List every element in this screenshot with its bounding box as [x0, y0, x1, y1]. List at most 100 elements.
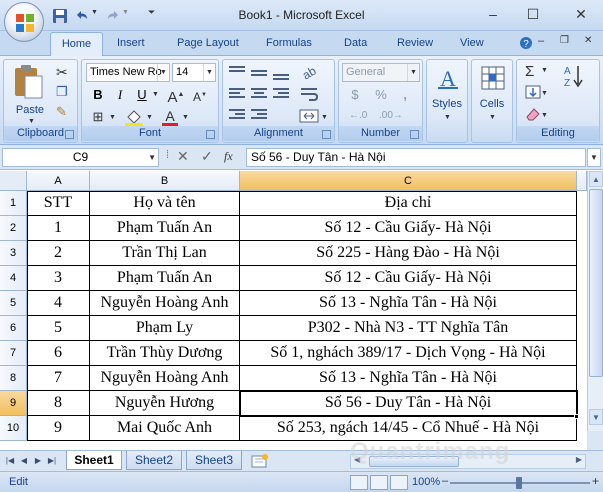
sheet-tab-3[interactable]: Sheet3 — [186, 451, 242, 470]
cell-c1[interactable]: Địa chỉ — [240, 191, 577, 216]
row-header[interactable]: 9 — [0, 391, 27, 416]
bold-button[interactable]: B — [88, 85, 108, 105]
tab-insert[interactable]: Insert — [117, 37, 145, 49]
row-header[interactable]: 4 — [0, 266, 27, 291]
autosum-icon[interactable]: Σ — [525, 63, 534, 80]
cell-c5[interactable]: Số 13 - Nghĩa Tân - Hà Nội — [240, 291, 577, 316]
copy-icon[interactable]: ❐ — [56, 84, 68, 100]
styles-dropdown-icon[interactable]: ▼ — [444, 114, 451, 121]
percent-button[interactable]: % — [371, 85, 391, 105]
worksheet-grid[interactable]: A B C 1 STT Họ và tên Địa chỉ 2 1 Phạm Tuấn An… — [0, 171, 587, 443]
cells-dropdown-icon[interactable]: ▼ — [489, 114, 496, 121]
vertical-scrollbar[interactable]: ▲ ▼ — [587, 171, 603, 443]
row-header[interactable]: 2 — [0, 216, 27, 241]
currency-button[interactable]: $ — [345, 85, 365, 105]
prev-sheet-icon[interactable]: ◀ — [18, 455, 30, 467]
cells-button[interactable]: Cells — [472, 98, 512, 110]
cell-a3[interactable]: 2 — [27, 241, 90, 266]
styles-icon[interactable]: A — [434, 64, 462, 92]
column-header-d[interactable] — [577, 171, 587, 191]
column-header-a[interactable]: A — [27, 171, 90, 191]
row-header[interactable]: 1 — [0, 191, 27, 216]
row-header[interactable]: 8 — [0, 366, 27, 391]
clipboard-launcher-icon[interactable] — [65, 130, 74, 139]
cell-a5[interactable]: 4 — [27, 291, 90, 316]
scroll-down-icon[interactable]: ▼ — [589, 409, 603, 425]
sheet-tab-1[interactable]: Sheet1 — [66, 451, 122, 470]
zoom-out-icon[interactable]: – — [442, 475, 448, 487]
comma-button[interactable]: , — [395, 85, 415, 105]
help-icon[interactable]: ? — [519, 36, 533, 50]
last-sheet-icon[interactable]: ▶| — [46, 455, 58, 467]
fill-icon[interactable] — [524, 84, 542, 100]
font-name-combo[interactable]: Times New Ro ▼ — [86, 63, 170, 82]
cell-a4[interactable]: 3 — [27, 266, 90, 291]
column-header-c[interactable]: C — [240, 171, 577, 191]
name-box-dropdown-icon[interactable]: ▼ — [148, 149, 156, 166]
office-button[interactable] — [4, 2, 44, 42]
cells-icon[interactable] — [480, 65, 506, 91]
row-header[interactable]: 6 — [0, 316, 27, 341]
ribbon-restore-icon[interactable]: ❐ — [560, 35, 569, 46]
italic-button[interactable]: I — [110, 85, 130, 105]
cell-a2[interactable]: 1 — [27, 216, 90, 241]
enter-entry-icon[interactable]: ✓ — [201, 148, 213, 165]
formula-input[interactable]: Số 56 - Duy Tân - Hà Nội — [246, 148, 586, 167]
orientation-icon[interactable]: ab — [299, 63, 319, 81]
cell-b10[interactable]: Mai Quốc Anh — [90, 416, 240, 441]
cell-a8[interactable]: 7 — [27, 366, 90, 391]
horizontal-align-icons[interactable] — [227, 86, 293, 102]
underline-button[interactable]: U — [132, 85, 152, 105]
scroll-up-icon[interactable]: ▲ — [589, 171, 603, 187]
cell-b2[interactable]: Phạm Tuấn An — [90, 216, 240, 241]
number-format-combo[interactable]: General ▼ — [342, 63, 420, 82]
font-launcher-icon[interactable] — [206, 130, 215, 139]
tab-view[interactable]: View — [460, 37, 484, 49]
tab-page-layout[interactable]: Page Layout — [177, 37, 239, 49]
cell-b3[interactable]: Trần Thị Lan — [90, 241, 240, 266]
tab-review[interactable]: Review — [397, 37, 433, 49]
vertical-align-icons[interactable] — [227, 64, 293, 80]
name-box[interactable]: C9 ▼ — [2, 148, 159, 167]
cancel-entry-icon[interactable]: ✕ — [177, 148, 189, 165]
indent-icons[interactable] — [227, 107, 271, 123]
format-painter-icon[interactable]: ✎ — [56, 104, 67, 120]
cell-c2[interactable]: Số 12 - Cầu Giấy- Hà Nội — [240, 216, 577, 241]
scroll-right-icon[interactable]: ▶ — [576, 455, 582, 464]
next-sheet-icon[interactable]: ▶ — [32, 455, 44, 467]
paste-button[interactable]: Paste — [10, 104, 50, 116]
formula-bar-expand-icon[interactable]: ▼ — [587, 148, 601, 167]
split-box[interactable] — [587, 431, 603, 450]
fill-dropdown-icon[interactable]: ▼ — [541, 90, 548, 97]
paste-dropdown-icon[interactable]: ▼ — [28, 118, 35, 125]
cell-b8[interactable]: Nguyễn Hoàng Anh — [90, 366, 240, 391]
cell-c8[interactable]: Số 13 - Nghĩa Tân - Hà Nội — [240, 366, 577, 391]
zoom-slider-knob[interactable] — [516, 477, 522, 489]
cell-a10[interactable]: 9 — [27, 416, 90, 441]
number-launcher-icon[interactable] — [410, 130, 419, 139]
merge-dropdown-icon[interactable]: ▼ — [321, 114, 328, 121]
cell-c6[interactable]: P302 - Nhà N3 - TT Nghĩa Tân — [240, 316, 577, 341]
number-format-dropdown-icon[interactable]: ▼ — [407, 64, 419, 81]
cut-icon[interactable]: ✂ — [56, 64, 68, 81]
font-color-dropdown-icon[interactable]: ▼ — [182, 114, 189, 121]
alignment-launcher-icon[interactable] — [322, 130, 331, 139]
cell-b5[interactable]: Nguyễn Hoàng Anh — [90, 291, 240, 316]
ribbon-close-icon[interactable]: ✕ — [584, 35, 592, 46]
cell-c9[interactable]: Số 56 - Duy Tân - Hà Nội — [240, 391, 577, 416]
row-header[interactable]: 7 — [0, 341, 27, 366]
tab-formulas[interactable]: Formulas — [266, 37, 312, 49]
borders-icon[interactable]: ⊞ — [88, 107, 108, 127]
cell-a9[interactable]: 8 — [27, 391, 90, 416]
fill-color-dropdown-icon[interactable]: ▼ — [146, 114, 153, 121]
merge-center-icon[interactable] — [299, 107, 319, 125]
select-all-corner[interactable] — [0, 171, 27, 191]
cell-c7[interactable]: Số 1, nghách 389/17 - Dịch Vọng - Hà Nội — [240, 341, 577, 366]
first-sheet-icon[interactable]: |◀ — [4, 455, 16, 467]
cell-a1[interactable]: STT — [27, 191, 90, 216]
wrap-text-icon[interactable] — [299, 85, 319, 103]
fill-handle[interactable] — [574, 414, 579, 419]
increase-decimal-icon[interactable]: ←.0 — [349, 110, 367, 121]
font-size-combo[interactable]: 14 ▼ — [172, 63, 216, 82]
cell-b4[interactable]: Phạm Tuấn An — [90, 266, 240, 291]
